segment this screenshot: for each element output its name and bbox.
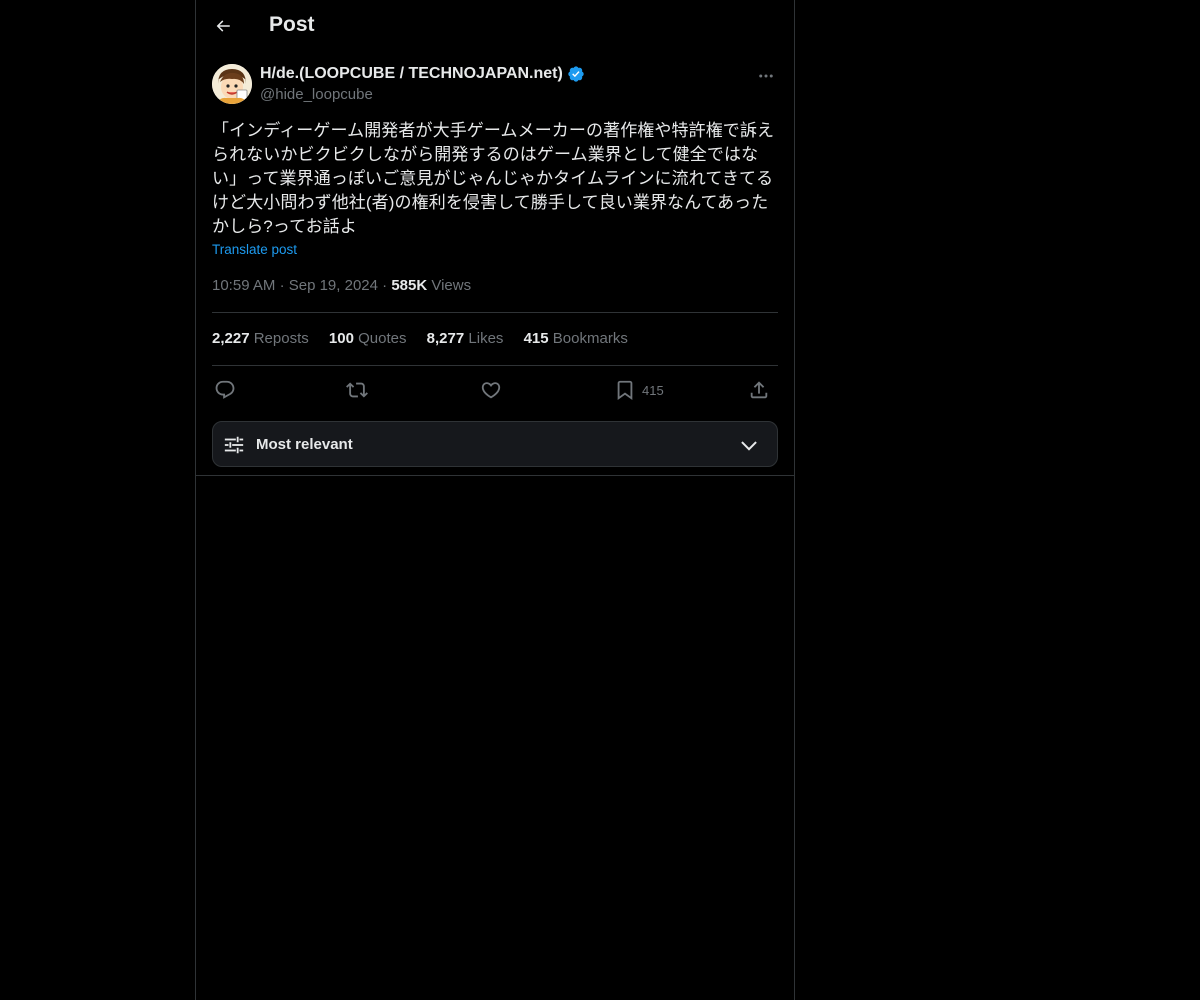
page-header: Post	[196, 0, 794, 53]
bookmarks-label: Bookmarks	[552, 330, 628, 347]
chevron-down-icon	[741, 441, 757, 451]
repost-button[interactable]	[346, 376, 368, 404]
bookmark-count: 415	[642, 382, 664, 398]
more-options-button[interactable]	[756, 66, 776, 86]
post-actions: 415	[212, 376, 778, 404]
divider	[212, 312, 778, 313]
likes-stat[interactable]: 8,277 Likes	[427, 330, 504, 347]
sort-replies-dropdown[interactable]: Most relevant	[212, 421, 778, 467]
views-label: Views	[431, 277, 472, 294]
views-count: 585K	[391, 277, 428, 294]
share-button[interactable]	[748, 376, 770, 404]
quotes-count: 100	[328, 330, 354, 347]
more-horizontal-icon	[759, 74, 773, 78]
author-handle[interactable]: @hide_loopcube	[260, 86, 373, 103]
post-meta: 10:59 AM · Sep 19, 2024 · 585K Views	[212, 277, 471, 294]
reposts-label: Reposts	[253, 330, 309, 347]
likes-label: Likes	[468, 330, 504, 347]
post-text: 「インディーゲーム開発者が大手ゲームメーカーの著作権や特許権で訴え られないかビ…	[212, 121, 775, 236]
reposts-stat[interactable]: 2,227 Reposts	[212, 330, 309, 347]
page-title: Post	[269, 13, 315, 36]
divider	[196, 475, 794, 476]
repost-icon	[346, 382, 368, 398]
divider	[212, 365, 778, 366]
quotes-label: Quotes	[358, 330, 407, 347]
author-name[interactable]: H/de.(LOOPCUBE / TECHNOJAPAN.net)	[260, 65, 585, 83]
likes-count: 8,277	[426, 330, 465, 347]
post-stats: 2,227 Reposts 100 Quotes 8,277 Likes 415…	[212, 330, 644, 347]
reply-icon	[215, 380, 235, 399]
post-date[interactable]: Sep 19, 2024	[289, 277, 378, 294]
post-time[interactable]: 10:59 AM	[212, 277, 275, 294]
back-button[interactable]	[210, 13, 236, 39]
arrow-left-icon	[216, 20, 230, 32]
bookmark-icon	[617, 380, 633, 401]
translate-post-link[interactable]: Translate post	[212, 242, 297, 257]
avatar-image	[212, 64, 252, 104]
meta-separator: ·	[279, 277, 289, 294]
post-author: H/de.(LOOPCUBE / TECHNOJAPAN.net) @hide_…	[212, 64, 778, 106]
bookmarks-stat[interactable]: 415 Bookmarks	[524, 330, 628, 347]
verified-badge-icon	[568, 66, 584, 82]
like-button[interactable]	[480, 376, 502, 404]
avatar[interactable]	[212, 64, 252, 104]
quotes-stat[interactable]: 100 Quotes	[329, 330, 407, 347]
sliders-icon	[224, 436, 244, 454]
sort-label: Most relevant	[256, 436, 353, 453]
reply-button[interactable]	[214, 376, 236, 404]
main-column: Post H/de.(LOOPCUBE / TECHNOJAPAN.net) @…	[195, 0, 795, 1000]
heart-icon	[481, 382, 501, 399]
meta-separator: ·	[382, 277, 392, 294]
bookmark-button[interactable]: 415	[614, 376, 664, 404]
share-icon	[750, 381, 768, 399]
reposts-count: 2,227	[212, 330, 250, 347]
bookmarks-count: 415	[523, 330, 549, 347]
author-name-text: H/de.(LOOPCUBE / TECHNOJAPAN.net)	[260, 65, 563, 82]
